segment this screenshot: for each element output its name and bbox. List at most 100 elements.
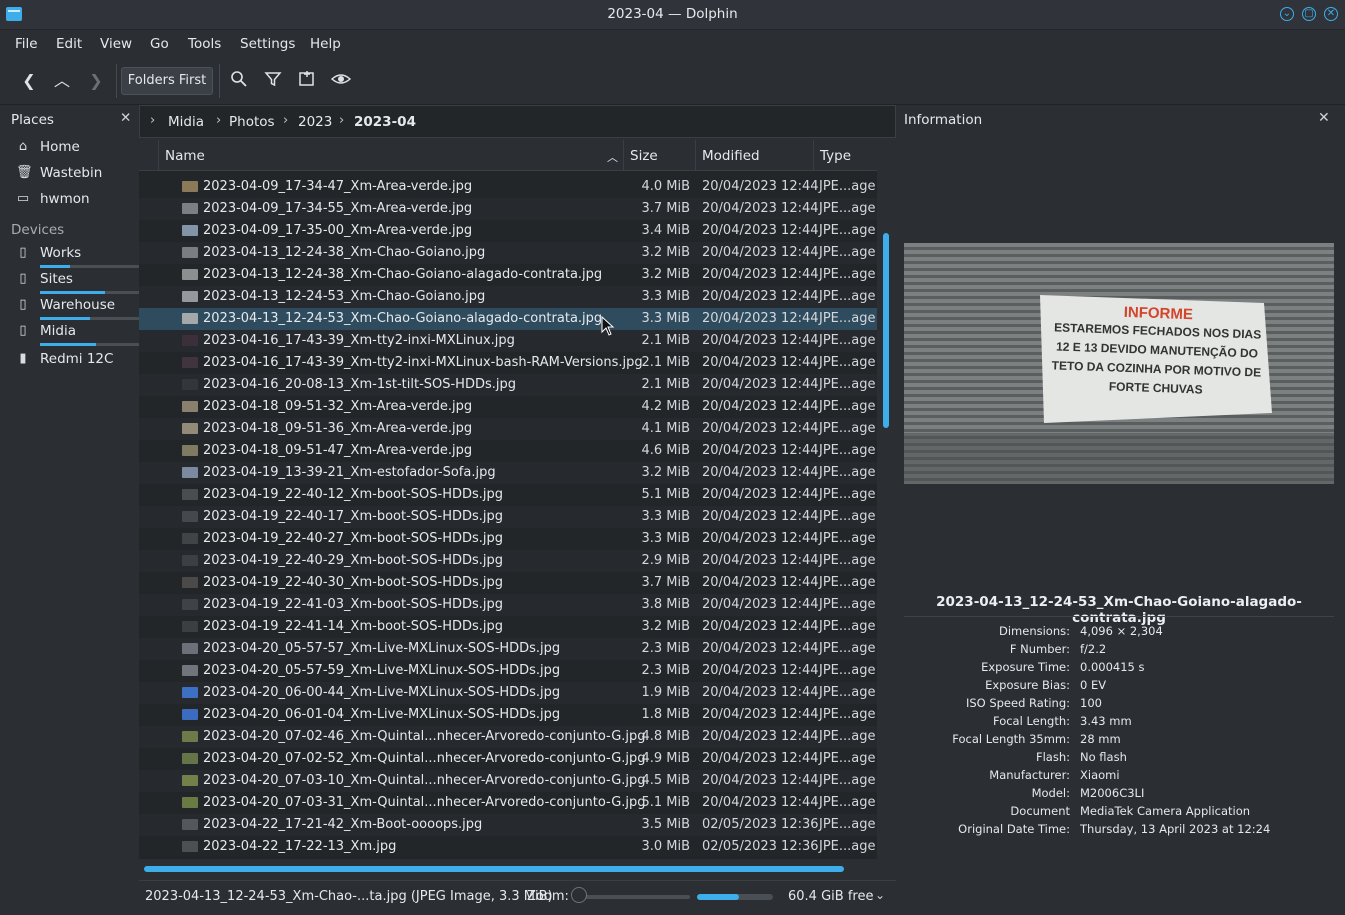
- device-sites[interactable]: ▯ Sites: [16, 269, 140, 294]
- file-size: 5.1 MiB: [641, 795, 690, 810]
- table-row[interactable]: 2023-04-20_05-57-57_Xm-Live-MXLinux-SOS-…: [139, 638, 877, 660]
- vertical-scrollbar[interactable]: [883, 233, 889, 428]
- horizontal-scrollbar[interactable]: [144, 866, 844, 872]
- menu-edit[interactable]: Edit: [56, 36, 82, 52]
- close-icon[interactable]: ✕: [1324, 7, 1338, 21]
- table-row[interactable]: 2023-04-09_17-34-55_Xm-Area-verde.jpg 3.7…: [139, 198, 877, 220]
- device-midia[interactable]: ▯ Midia: [16, 321, 140, 346]
- table-row[interactable]: 2023-04-19_22-41-14_Xm-boot-SOS-HDDs.jpg…: [139, 616, 877, 638]
- table-row[interactable]: 2023-04-19_22-40-27_Xm-boot-SOS-HDDs.jpg…: [139, 528, 877, 550]
- search-icon[interactable]: [228, 70, 250, 92]
- file-type: JPE...age: [819, 839, 876, 854]
- file-modified: 20/04/2023 12:44: [702, 663, 819, 678]
- table-row[interactable]: 2023-04-16_20-08-13_Xm-1st-tilt-SOS-HDDs…: [139, 374, 877, 396]
- table-row[interactable]: 2023-04-20_05-57-59_Xm-Live-MXLinux-SOS-…: [139, 660, 877, 682]
- file-size: 1.9 MiB: [641, 685, 690, 700]
- menu-help[interactable]: Help: [310, 36, 341, 52]
- file-modified: 20/04/2023 12:44: [702, 289, 819, 304]
- back-icon[interactable]: ❮: [18, 70, 40, 92]
- table-row[interactable]: 2023-04-20_07-02-46_Xm-Quintal...nhecer-…: [139, 726, 877, 748]
- file-size: 2.1 MiB: [641, 333, 690, 348]
- table-row[interactable]: 2023-04-18_09-51-47_Xm-Area-verde.jpg 4.6…: [139, 440, 877, 462]
- filter-icon[interactable]: [262, 70, 284, 92]
- file-modified: 20/04/2023 12:44: [702, 773, 819, 788]
- table-row[interactable]: 2023-04-19_22-40-30_Xm-boot-SOS-HDDs.jpg…: [139, 572, 877, 594]
- file-type: JPE...age: [819, 641, 876, 656]
- table-row[interactable]: 2023-04-22_17-22-13_Xm.jpg 3.0 MiB 02/05/2…: [139, 836, 877, 858]
- table-row[interactable]: 2023-04-18_09-51-32_Xm-Area-verde.jpg 4.2…: [139, 396, 877, 418]
- free-space-bar: [697, 894, 773, 900]
- table-row[interactable]: 2023-04-19_22-41-03_Xm-boot-SOS-HDDs.jpg…: [139, 594, 877, 616]
- metadata-value: Thursday, 13 April 2023 at 12:24: [1080, 822, 1271, 836]
- device-works[interactable]: ▯ Works: [16, 243, 140, 268]
- minimize-icon[interactable]: ⌄: [1280, 7, 1294, 21]
- column-header: Name ︿ Size Modified Type: [139, 140, 877, 171]
- new-folder-icon[interactable]: [296, 70, 318, 92]
- file-thumbnail-icon: [182, 841, 198, 852]
- menu-view[interactable]: View: [100, 36, 132, 52]
- file-name: 2023-04-16_17-43-39_Xm-tty2-inxi-MXLinux…: [203, 333, 515, 348]
- file-size: 3.2 MiB: [641, 245, 690, 260]
- file-name: 2023-04-13_12-24-38_Xm-Chao-Goiano.jpg: [203, 245, 486, 260]
- column-name[interactable]: Name: [165, 148, 205, 164]
- table-row[interactable]: 2023-04-20_07-03-10_Xm-Quintal...nhecer-…: [139, 770, 877, 792]
- breadcrumb[interactable]: › Midia › Photos › 2023 › 2023-04: [139, 105, 896, 138]
- file-modified: 02/05/2023 12:36: [702, 817, 819, 832]
- table-row[interactable]: 2023-04-13_12-24-53_Xm-Chao-Goiano-alaga…: [139, 308, 877, 330]
- table-row[interactable]: 2023-04-20_07-03-31_Xm-Quintal...nhecer-…: [139, 792, 877, 814]
- column-type[interactable]: Type: [820, 148, 851, 164]
- file-modified: 20/04/2023 12:44: [702, 355, 819, 370]
- metadata-key: Exposure Time:: [981, 660, 1070, 674]
- table-row[interactable]: 2023-04-13_12-24-53_Xm-Chao-Goiano.jpg 3.…: [139, 286, 877, 308]
- table-row[interactable]: 2023-04-19_22-40-17_Xm-boot-SOS-HDDs.jpg…: [139, 506, 877, 528]
- device-label: Works: [40, 245, 82, 261]
- file-list[interactable]: 2023-04-09_17-34-47_Xm-Area-verde.jpg 4.0…: [139, 171, 877, 859]
- zoom-slider-handle[interactable]: [571, 887, 587, 903]
- table-row[interactable]: 2023-04-19_22-40-12_Xm-boot-SOS-HDDs.jpg…: [139, 484, 877, 506]
- table-row[interactable]: 2023-04-19_22-40-29_Xm-boot-SOS-HDDs.jpg…: [139, 550, 877, 572]
- close-places-icon[interactable]: ✕: [120, 110, 131, 126]
- crumb-photos[interactable]: Photos: [229, 114, 275, 130]
- table-row[interactable]: 2023-04-13_12-24-38_Xm-Chao-Goiano.jpg 3.…: [139, 242, 877, 264]
- table-row[interactable]: 2023-04-20_07-02-52_Xm-Quintal...nhecer-…: [139, 748, 877, 770]
- table-row[interactable]: 2023-04-22_17-21-42_Xm-Boot-oooops.jpg 3.…: [139, 814, 877, 836]
- menu-file[interactable]: File: [15, 36, 38, 52]
- table-row[interactable]: 2023-04-16_17-43-39_Xm-tty2-inxi-MXLinux…: [139, 352, 877, 374]
- table-row[interactable]: 2023-04-16_17-43-39_Xm-tty2-inxi-MXLinux…: [139, 330, 877, 352]
- up-icon[interactable]: ︿: [51, 70, 73, 92]
- menu-go[interactable]: Go: [150, 36, 169, 52]
- crumb-current[interactable]: 2023-04: [354, 114, 416, 130]
- column-size[interactable]: Size: [630, 148, 658, 164]
- crumb-midia[interactable]: Midia: [168, 114, 204, 130]
- file-name: 2023-04-20_06-00-44_Xm-Live-MXLinux-SOS-…: [203, 685, 561, 700]
- places-panel: Places ✕ ⌂ Home 🗑 Wastebin ▭ hwmon Devic…: [5, 106, 139, 910]
- folders-first-button[interactable]: Folders First: [121, 67, 213, 95]
- file-modified: 20/04/2023 12:44: [702, 619, 819, 634]
- menu-settings[interactable]: Settings: [240, 36, 295, 52]
- table-row[interactable]: 2023-04-09_17-34-47_Xm-Area-verde.jpg 4.0…: [139, 176, 877, 198]
- preview-icon[interactable]: [330, 70, 352, 92]
- phone-icon: ▮: [19, 351, 27, 366]
- table-row[interactable]: 2023-04-18_09-51-36_Xm-Area-verde.jpg 4.1…: [139, 418, 877, 440]
- forward-icon[interactable]: ❯: [85, 70, 107, 92]
- column-modified[interactable]: Modified: [702, 148, 760, 164]
- table-row[interactable]: 2023-04-19_13-39-21_Xm-estofador-Sofa.jp…: [139, 462, 877, 484]
- file-size: 2.1 MiB: [641, 377, 690, 392]
- crumb-2023[interactable]: 2023: [298, 114, 332, 130]
- table-row[interactable]: 2023-04-20_06-01-04_Xm-Live-MXLinux-SOS-…: [139, 704, 877, 726]
- file-size: 3.7 MiB: [641, 201, 690, 216]
- close-information-icon[interactable]: ✕: [1318, 110, 1330, 126]
- maximize-icon[interactable]: ▢: [1302, 7, 1316, 21]
- file-name: 2023-04-18_09-51-36_Xm-Area-verde.jpg: [203, 421, 473, 436]
- chevron-right-icon[interactable]: ›: [150, 113, 155, 128]
- file-type: JPE...age: [819, 729, 876, 744]
- file-thumbnail-icon: [182, 577, 198, 588]
- zoom-slider[interactable]: [580, 895, 690, 899]
- menu-tools[interactable]: Tools: [188, 36, 221, 52]
- chevron-down-icon[interactable]: ⌄: [875, 888, 885, 902]
- table-row[interactable]: 2023-04-09_17-35-00_Xm-Area-verde.jpg 3.4…: [139, 220, 877, 242]
- file-type: JPE...age: [819, 487, 876, 502]
- table-row[interactable]: 2023-04-13_12-24-38_Xm-Chao-Goiano-alaga…: [139, 264, 877, 286]
- table-row[interactable]: 2023-04-20_06-00-44_Xm-Live-MXLinux-SOS-…: [139, 682, 877, 704]
- device-warehouse[interactable]: ▯ Warehouse: [16, 295, 140, 320]
